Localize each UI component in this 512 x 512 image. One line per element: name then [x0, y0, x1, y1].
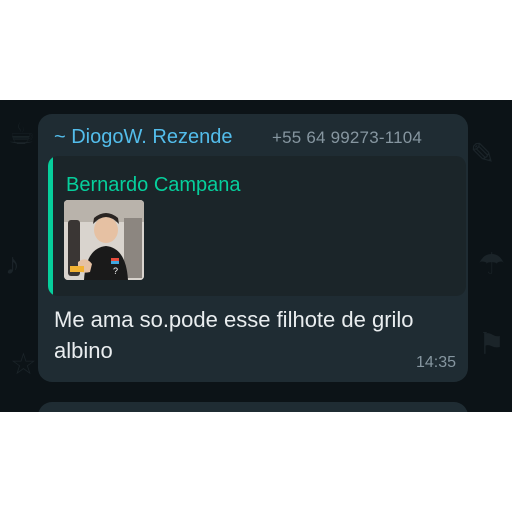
message-time: 14:35 [415, 354, 456, 371]
message-text: Me ama so.pode esse filhote de grilo alb… [54, 307, 414, 363]
quote-accent-bar [48, 156, 53, 296]
quoted-message[interactable]: Bernardo Campana ? [48, 156, 466, 296]
doodle-icon: ♪ [5, 248, 20, 281]
doodle-icon: ☂ [478, 248, 505, 281]
doodle-icon: ✎ [470, 138, 496, 171]
sender-name[interactable]: ~ DiogoW. Rezende [54, 126, 232, 149]
doodle-icon: ⚑ [478, 328, 505, 361]
sender-phone: +55 64 99273-1104 [272, 128, 423, 147]
next-message-bubble[interactable] [38, 402, 468, 412]
doodle-icon: ☆ [10, 348, 37, 381]
svg-text:?: ? [113, 266, 118, 276]
message-bubble[interactable]: ~ DiogoW. Rezende +55 64 99273-1104 Bern… [38, 114, 468, 382]
photo-thumbnail[interactable]: ? [64, 200, 144, 280]
doodle-icon: ☕ [8, 118, 35, 151]
photo-thumbnail-image: ? [64, 200, 144, 280]
quoted-author: Bernardo Campana [66, 174, 241, 196]
